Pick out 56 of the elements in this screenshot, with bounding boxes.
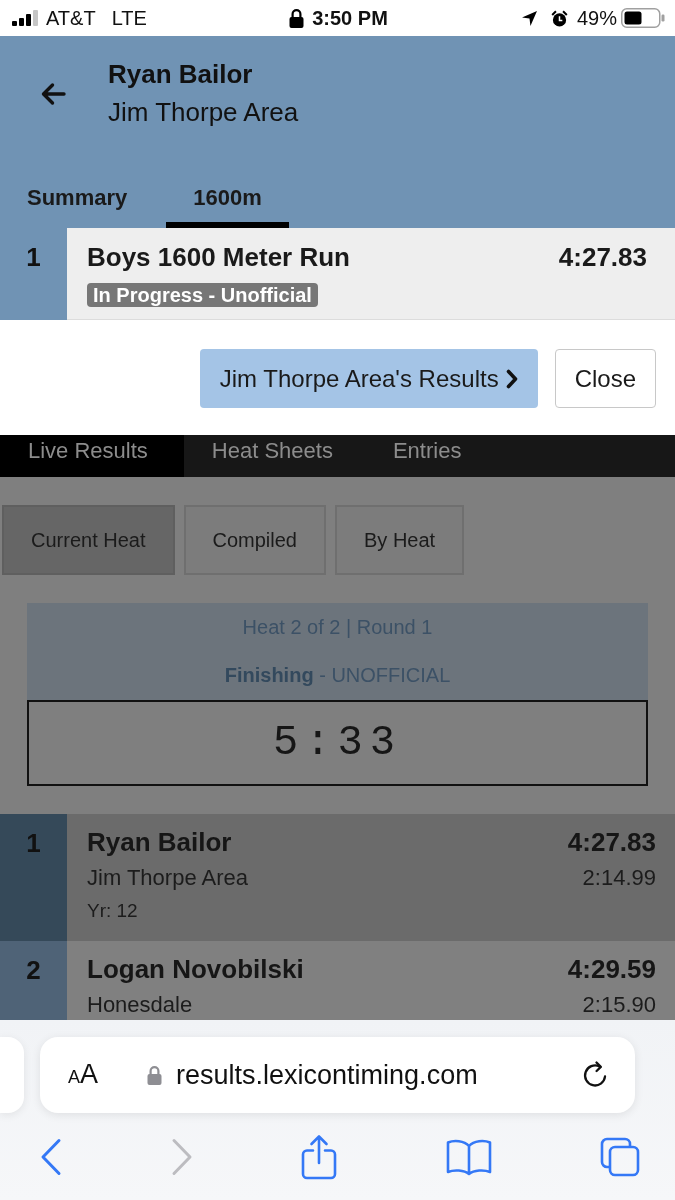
athlete-name: Ryan Bailor: [108, 58, 254, 91]
tabs-icon: [600, 1136, 640, 1177]
reload-icon: [581, 1061, 609, 1089]
split-time: 2:14.99: [582, 866, 656, 890]
team-results-button[interactable]: Jim Thorpe Area's Results: [199, 349, 538, 408]
share-icon: [301, 1133, 337, 1180]
nav-tab[interactable]: Entries: [364, 435, 494, 477]
runner-year: Yr: 12: [87, 899, 139, 923]
runner-name: Logan Novobilski: [87, 954, 304, 984]
address-bar[interactable]: AA results.lexicontiming.com: [40, 1037, 635, 1113]
alarm-clock-icon: [550, 9, 568, 27]
clock-time: 3:50 PM: [312, 6, 388, 30]
text-size-button[interactable]: AA: [68, 1058, 99, 1092]
view-tab[interactable]: Compiled: [183, 505, 326, 575]
race-clock: 5:33: [27, 700, 648, 786]
tabs-button[interactable]: [600, 1136, 640, 1177]
battery-percent: 49%: [576, 6, 617, 30]
runner-name: Ryan Bailor: [87, 827, 232, 857]
view-tab[interactable]: Current Heat: [2, 505, 175, 575]
back-arrow-icon: [40, 82, 66, 106]
nav-tab[interactable]: Live Results: [0, 435, 184, 477]
place-number: 1: [25, 241, 42, 274]
back-button[interactable]: [40, 1137, 62, 1176]
chevron-right-icon: [170, 1137, 193, 1176]
athlete-team: Jim Thorpe Area: [108, 96, 299, 129]
book-icon: [445, 1137, 492, 1176]
view-tab[interactable]: By Heat: [335, 505, 465, 575]
place-number: 1: [0, 814, 67, 941]
share-button[interactable]: [301, 1133, 337, 1180]
event-name: Boys 1600 Meter Run: [87, 242, 350, 272]
nav-tab[interactable]: Heat Sheets: [183, 435, 365, 477]
lock-icon: [147, 1065, 163, 1085]
lock-icon: [289, 8, 305, 28]
bookmarks-button[interactable]: [445, 1137, 492, 1176]
network-type: LTE: [111, 6, 147, 30]
runner-team: Honesdale: [87, 993, 193, 1017]
finish-time: 4:27.83: [567, 827, 656, 857]
chevron-right-icon: [505, 368, 518, 389]
chevron-left-icon: [40, 1137, 62, 1176]
carrier-name: AT&T: [46, 6, 96, 30]
runner-team: Jim Thorpe Area: [87, 866, 248, 890]
location-arrow-icon: [521, 10, 537, 26]
finish-time: 4:29.59: [567, 954, 656, 984]
back-button[interactable]: [40, 82, 66, 106]
signal-icon: [12, 10, 38, 26]
split-time: 2:15.90: [582, 993, 656, 1017]
reload-button[interactable]: [581, 1061, 609, 1089]
event-card[interactable]: Boys 1600 Meter Run 4:27.83 In Progress - Unofficial: [67, 228, 675, 320]
battery-icon: [621, 8, 665, 28]
status-badge: In Progress - Unofficial: [87, 283, 318, 307]
place-number: 2: [0, 941, 67, 1020]
result-row[interactable]: 1 Ryan Bailor 4:27.83 Jim Thorpe Area 2:14.99 Yr: 12: [0, 814, 675, 941]
tab[interactable]: Summary: [0, 160, 155, 228]
event-time: 4:27.83: [558, 242, 647, 272]
close-button[interactable]: Close: [554, 349, 656, 408]
url-text: results.lexicontiming.com: [176, 1059, 479, 1091]
